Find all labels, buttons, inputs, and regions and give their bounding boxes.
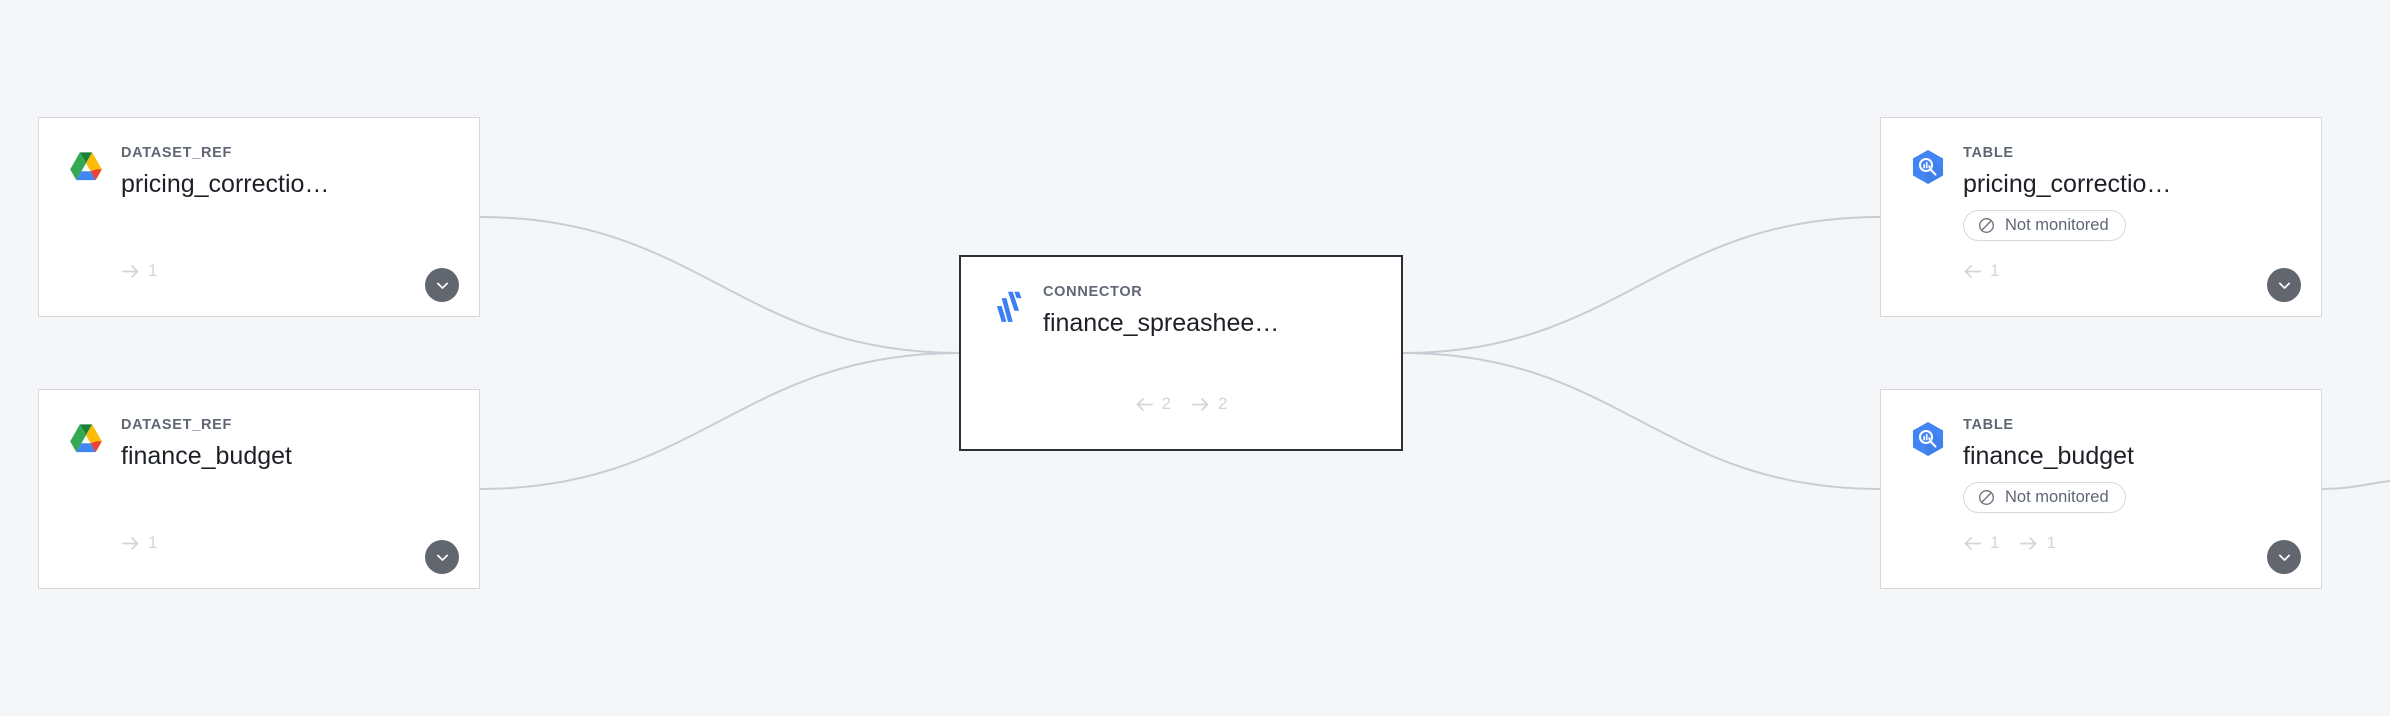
google-drive-icon [70,152,102,181]
outgoing-count: 2 [1191,394,1227,414]
node-kind-label: TABLE [1963,145,2014,161]
node-title: finance_budget [1963,441,2134,470]
edge-counts: 1 1 [1881,533,2056,553]
edge-pricing-ref-to-connector [479,216,960,354]
bigquery-icon [1912,149,1944,185]
node-text-column: CONNECTOR finance_spreashee… [1043,283,1279,339]
incoming-count-value: 2 [1161,394,1171,413]
edge-counts: 1 [1881,261,1999,281]
node-kind-label: CONNECTOR [1043,284,1143,300]
badge-row: Not monitored [1881,200,2321,242]
status-badge-label: Not monitored [2005,216,2109,235]
node-header: DATASET_REF finance_budget [39,390,479,472]
node-dataset-ref-finance-budget[interactable]: DATASET_REF finance_budget 1 [38,389,480,589]
node-footer: 1 [39,520,479,588]
edge-connector-to-finance-table [1402,352,1881,490]
outgoing-count: 1 [121,533,157,553]
node-footer: 2 2 [961,381,1401,449]
google-drive-icon [70,424,102,453]
fivetran-connector-icon [996,291,1022,322]
outgoing-count-value: 1 [148,533,158,552]
status-badge: Not monitored [1963,210,2126,242]
arrow-right-icon [1192,397,1209,411]
node-text-column: TABLE pricing_correctio… [1963,144,2171,200]
node-text-column: DATASET_REF finance_budget [121,416,292,472]
outgoing-count-value: 1 [2046,533,2056,552]
expand-node-button[interactable] [2267,540,2301,574]
edge-connector-to-pricing-table [1402,216,1881,354]
node-header: TABLE finance_budget [1881,390,2321,472]
bigquery-icon [1912,421,1944,457]
arrow-left-icon [1964,264,1981,278]
arrow-left-icon [1136,397,1153,411]
incoming-count-value: 1 [1990,533,2000,552]
outgoing-count: 1 [2019,533,2056,553]
node-text-column: DATASET_REF pricing_correctio… [121,144,329,200]
lineage-canvas[interactable]: DATASET_REF pricing_correctio… 1 DATASET_… [0,0,2390,716]
edge-finance-table-outgoing [2321,480,2390,490]
circle-slash-icon [1979,490,1994,506]
chevron-down-icon [436,282,448,289]
arrow-left-icon [1964,536,1981,550]
arrow-right-icon [122,264,139,278]
chevron-down-icon [2278,282,2290,289]
outgoing-count-value: 1 [148,261,158,280]
node-kind-label: TABLE [1963,417,2014,433]
node-title: pricing_correctio… [1963,169,2172,198]
node-dataset-ref-pricing-corrections[interactable]: DATASET_REF pricing_correctio… 1 [38,117,480,317]
expand-node-button[interactable] [2267,268,2301,302]
incoming-count: 1 [1963,533,1999,553]
incoming-count-value: 1 [1990,261,2000,280]
edge-counts: 1 [39,261,157,281]
badge-row: Not monitored [1881,472,2321,514]
chevron-down-icon [2278,554,2290,561]
node-header: CONNECTOR finance_spreashee… [961,257,1401,339]
expand-node-button[interactable] [425,268,459,302]
node-kind-label: DATASET_REF [121,417,233,433]
circle-slash-icon [1979,218,1994,234]
node-title: finance_budget [121,441,292,470]
incoming-count: 2 [1135,394,1171,414]
incoming-count: 1 [1963,261,1999,281]
node-table-pricing-corrections[interactable]: TABLE pricing_correctio… Not monitored 1 [1880,117,2322,317]
node-footer: 1 1 [1881,520,2321,588]
edge-counts: 2 2 [1135,394,1227,414]
node-footer: 1 [39,248,479,316]
node-header: DATASET_REF pricing_correctio… [39,118,479,200]
node-title: pricing_correctio… [121,169,330,198]
node-table-finance-budget[interactable]: TABLE finance_budget Not monitored 1 1 [1880,389,2322,589]
chevron-down-icon [436,554,448,561]
node-header: TABLE pricing_correctio… [1881,118,2321,200]
expand-node-button[interactable] [425,540,459,574]
arrow-right-icon [2020,536,2037,550]
status-badge: Not monitored [1963,482,2126,514]
node-text-column: TABLE finance_budget [1963,416,2134,472]
node-title: finance_spreashee… [1043,308,1280,337]
node-kind-label: DATASET_REF [121,145,233,161]
status-badge-label: Not monitored [2005,488,2109,507]
node-connector-finance-spreadsheets[interactable]: CONNECTOR finance_spreashee… 2 2 [959,255,1403,451]
node-footer: 1 [1881,248,2321,316]
outgoing-count-value: 2 [1218,394,1228,413]
outgoing-count: 1 [121,261,157,281]
edge-finance-ref-to-connector [479,352,960,490]
edge-counts: 1 [39,533,157,553]
arrow-right-icon [122,536,139,550]
